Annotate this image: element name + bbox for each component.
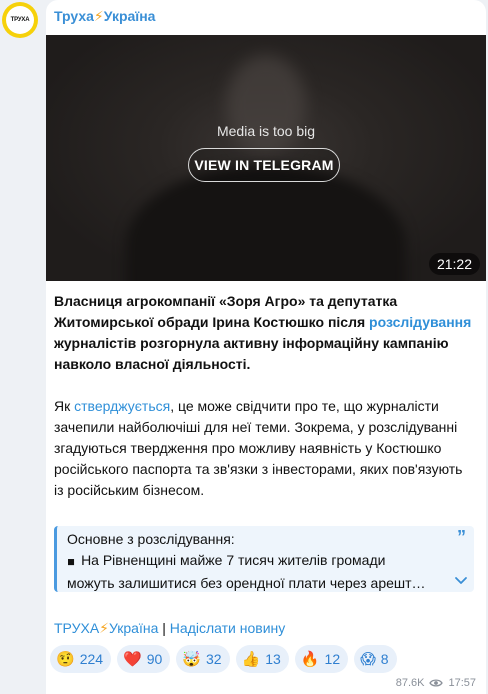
- channel-avatar[interactable]: ТРУХА: [2, 2, 38, 38]
- video-media[interactable]: Media is too big VIEW IN TELEGRAM 21:22: [46, 35, 486, 281]
- quote-text: На Рівненщині майже 7 тисяч жителів гром…: [81, 552, 386, 568]
- red-heart-icon: ❤️: [123, 650, 142, 668]
- blurred-video-frame-body: [126, 165, 406, 281]
- investigation-link[interactable]: розслідування: [369, 314, 471, 330]
- quote-line-2: можуть залишитися без орендної плати чер…: [67, 575, 426, 591]
- footer-separator: |: [158, 620, 170, 636]
- post-text: журналістів розгорнула активну інформаці…: [54, 335, 449, 372]
- reaction-heart[interactable]: ❤️ 90: [117, 645, 171, 673]
- channel-name-part1: Труха: [54, 8, 94, 24]
- reaction-count: 13: [265, 651, 281, 667]
- message-time: 17:57: [448, 677, 476, 689]
- claims-link[interactable]: стверджується: [74, 398, 170, 414]
- reaction-exploding-head[interactable]: 🤯 32: [176, 645, 230, 673]
- blurred-video-frame-head: [226, 55, 306, 155]
- view-in-telegram-button[interactable]: VIEW IN TELEGRAM: [188, 148, 340, 182]
- reaction-fire[interactable]: 🔥 12: [294, 645, 349, 673]
- channel-name-part2: Україна: [103, 8, 156, 24]
- video-duration-badge: 21:22: [428, 253, 480, 275]
- avatar-logo-text: ТРУХА: [6, 6, 34, 34]
- footer-link-text: ТРУХА: [54, 620, 100, 636]
- reaction-count: 90: [146, 651, 163, 667]
- footer-link-text: Україна: [109, 620, 159, 636]
- post-paragraph-2: Як стверджується, це може свідчити про т…: [54, 396, 472, 501]
- reaction-screaming[interactable]: 😱 8: [354, 645, 397, 673]
- fire-icon: 🔥: [300, 650, 320, 668]
- post-text: Власниця агрокомпанії «Зоря Агро» та деп…: [54, 293, 398, 330]
- black-square-icon: ◾: [67, 556, 76, 568]
- screaming-face-icon: 😱: [360, 650, 376, 668]
- view-count: 87.6K: [395, 677, 425, 689]
- reactions-bar: 🤨 224 ❤️ 90 🤯 32 👍 13 🔥 12 😱 8: [50, 645, 397, 673]
- thumbs-up-icon: 👍: [241, 650, 261, 668]
- chevron-down-icon[interactable]: [454, 576, 468, 586]
- channel-footer-link[interactable]: ТРУХА⚡Україна: [54, 620, 158, 636]
- lightning-icon: ⚡: [99, 620, 109, 636]
- lightning-icon: ⚡: [93, 8, 104, 24]
- reaction-count: 224: [79, 651, 104, 667]
- reaction-count: 12: [324, 651, 341, 667]
- channel-name-link[interactable]: Труха⚡Україна: [54, 8, 155, 25]
- post-text: Як: [54, 398, 75, 414]
- reaction-count: 8: [380, 651, 389, 667]
- media-too-big-notice: Media is too big: [216, 123, 316, 139]
- expandable-quote[interactable]: Основне з розслідування: ◾ На Рівненщині …: [54, 526, 474, 592]
- reaction-thumbs-up[interactable]: 👍 13: [235, 645, 289, 673]
- quote-heading: Основне з розслідування:: [67, 531, 235, 547]
- telegram-post-page: ТРУХА Труха⚡Україна Media is too big VIE…: [0, 0, 488, 694]
- reaction-raised-eyebrow[interactable]: 🤨 224: [50, 645, 112, 673]
- quote-mark-icon: ”: [457, 527, 466, 547]
- raised-eyebrow-face-icon: 🤨: [56, 650, 75, 668]
- message-bubble: Труха⚡Україна Media is too big VIEW IN T…: [46, 0, 486, 694]
- exploding-head-icon: 🤯: [182, 650, 201, 668]
- quote-line-1: ◾ На Рівненщині майже 7 тисяч жителів гро…: [67, 550, 446, 573]
- post-paragraph-1: Власниця агрокомпанії «Зоря Агро» та деп…: [54, 291, 472, 375]
- send-news-link[interactable]: Надіслати новину: [170, 620, 285, 636]
- eye-icon: [429, 679, 444, 687]
- message-meta: 87.6K 17:57: [396, 677, 476, 689]
- footer-links: ТРУХА⚡Україна | Надіслати новину: [54, 618, 285, 638]
- reaction-count: 32: [206, 651, 222, 667]
